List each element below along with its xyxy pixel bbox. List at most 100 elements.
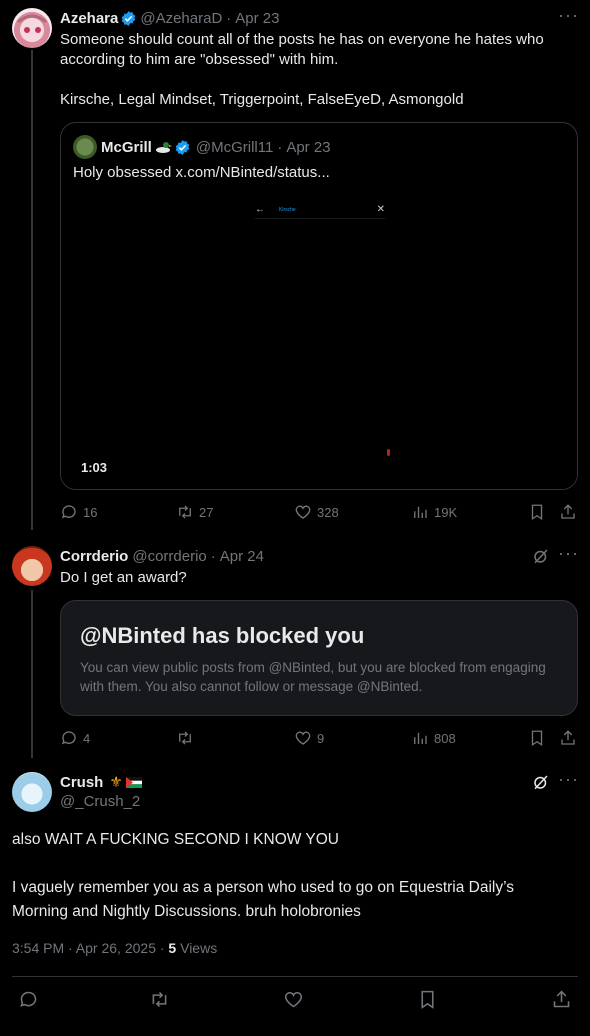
heart-icon — [295, 505, 311, 519]
bookmark-button[interactable] — [417, 989, 438, 1010]
bookmark-icon — [531, 504, 543, 521]
avatar[interactable] — [12, 546, 52, 586]
share-icon — [561, 504, 575, 519]
views-label: Views — [176, 940, 218, 956]
bookmark-button[interactable] — [528, 503, 546, 521]
repost-icon — [152, 991, 167, 1008]
post-header: Crush ⚜ — [60, 772, 142, 792]
quote-header: McGrill @McGrill11 · Apr 23 — [101, 137, 331, 157]
view-count: 19K — [434, 504, 458, 520]
blocked-notice: @NBinted has blocked you You can view pu… — [60, 600, 578, 716]
repost-count: 27 — [199, 504, 214, 520]
reply-count: 16 — [83, 504, 98, 520]
post-header: Corrderio @corrderio · Apr 24 — [60, 546, 264, 566]
share-button[interactable] — [551, 989, 572, 1010]
post-date[interactable]: Apr 23 — [235, 10, 279, 27]
avatar[interactable] — [12, 8, 52, 48]
crown-icon: ⚜ — [109, 774, 123, 791]
like-button[interactable] — [283, 989, 304, 1010]
heart-icon — [284, 991, 303, 1008]
display-name[interactable]: Corrderio — [60, 548, 128, 565]
repost-icon — [179, 731, 191, 745]
blocked-description: You can view public posts from @NBinted,… — [80, 658, 570, 696]
reply-icon — [61, 505, 76, 519]
video-search-bar: ← Kirsche ✕ — [255, 201, 385, 219]
views-button[interactable]: 808 — [411, 729, 456, 747]
close-icon: ✕ — [376, 204, 385, 215]
flag-icon — [125, 776, 142, 788]
blocked-line: with them. You also cannot follow or mes… — [80, 679, 423, 694]
more-options-icon[interactable]: ··· — [558, 769, 579, 790]
quote-display-name: McGrill — [101, 138, 152, 156]
verified-badge-icon — [122, 10, 136, 26]
share-button[interactable] — [559, 729, 577, 747]
handle[interactable]: @_Crush_2 — [60, 793, 140, 810]
post-text: Do I get an award? — [60, 569, 187, 586]
separator: · — [226, 9, 232, 27]
post-text-line: Someone should count all of the posts he… — [60, 31, 544, 48]
like-button[interactable]: 9 — [294, 729, 324, 747]
reply-icon — [61, 731, 76, 745]
repost-button[interactable]: 27 — [176, 503, 213, 521]
display-name[interactable]: Crush — [60, 774, 103, 791]
repost-button[interactable] — [149, 989, 170, 1010]
blocked-title: @NBinted has blocked you — [80, 623, 365, 648]
post-text-line: Kirsche, Legal Mindset, Triggerpoint, Fa… — [60, 91, 464, 108]
avatar[interactable] — [12, 772, 52, 812]
duck-icon — [155, 142, 172, 153]
grok-icon[interactable] — [532, 773, 550, 791]
reply-count: 4 — [83, 730, 91, 746]
share-icon — [553, 990, 570, 1008]
quoted-post[interactable]: McGrill @McGrill11 · Apr 23 Holy obsesse… — [60, 122, 578, 490]
views-icon — [414, 732, 427, 744]
more-options-icon[interactable]: ··· — [558, 5, 579, 26]
quote-handle: @McGrill11 — [195, 138, 274, 156]
post-text-line: Morning and Nightly Discussions. bruh ho… — [12, 903, 361, 920]
separator: · — [277, 138, 283, 156]
thread-line — [31, 590, 33, 758]
more-options-icon[interactable]: ··· — [558, 543, 579, 564]
post-text-line: according to him are "obsessed" with him… — [60, 51, 339, 68]
like-button[interactable]: 328 — [294, 503, 339, 521]
views-button[interactable]: 19K — [411, 503, 457, 521]
repost-button[interactable] — [176, 729, 199, 747]
heart-icon — [295, 731, 311, 745]
video-marker — [387, 449, 390, 456]
quote-date: Apr 23 — [286, 138, 331, 156]
post-text: also WAIT A FUCKING SECOND I KNOW YOU I … — [12, 828, 582, 924]
quote-text: Holy obsessed x.com/NBinted/status... — [73, 164, 330, 181]
post-timestamp[interactable]: 3:54 PM · Apr 26, 2025 · — [12, 940, 168, 956]
share-button[interactable] — [559, 503, 577, 521]
separator: · — [210, 547, 216, 565]
reply-button[interactable]: 4 — [60, 729, 90, 747]
video-player[interactable]: ← Kirsche ✕ 1:03 — [61, 191, 577, 489]
quote-avatar — [73, 135, 97, 159]
view-count: 5 — [168, 940, 177, 956]
bookmark-icon — [531, 730, 543, 747]
grok-icon[interactable] — [532, 547, 550, 565]
thread-line — [31, 50, 33, 530]
back-arrow-icon: ← — [255, 204, 265, 215]
verified-badge-icon — [175, 139, 190, 155]
view-count: 808 — [434, 730, 456, 746]
video-duration: 1:03 — [81, 460, 108, 475]
views-icon — [414, 506, 427, 518]
display-name[interactable]: Azehara — [60, 10, 118, 27]
post-metadata: 3:54 PM · Apr 26, 2025 · 5 Views — [12, 940, 217, 956]
like-count: 328 — [317, 504, 339, 520]
handle[interactable]: @AzeharaD — [140, 10, 222, 27]
share-icon — [561, 730, 575, 745]
post-header: Azehara @AzeharaD · Apr 23 — [60, 8, 280, 28]
video-search-text: Kirsche — [279, 206, 296, 213]
reply-button[interactable]: 16 — [60, 503, 97, 521]
divider — [12, 976, 578, 977]
post-text-line: also WAIT A FUCKING SECOND I KNOW YOU — [12, 831, 339, 848]
post-text: Someone should count all of the posts he… — [60, 30, 580, 110]
handle[interactable]: @corrderio — [132, 548, 206, 565]
bookmark-button[interactable] — [528, 729, 546, 747]
bookmark-icon — [421, 990, 434, 1009]
reply-button[interactable] — [18, 989, 39, 1010]
like-count: 9 — [317, 730, 325, 746]
post-date[interactable]: Apr 24 — [220, 548, 264, 565]
blocked-line: You can view public posts from @NBinted,… — [80, 660, 546, 675]
